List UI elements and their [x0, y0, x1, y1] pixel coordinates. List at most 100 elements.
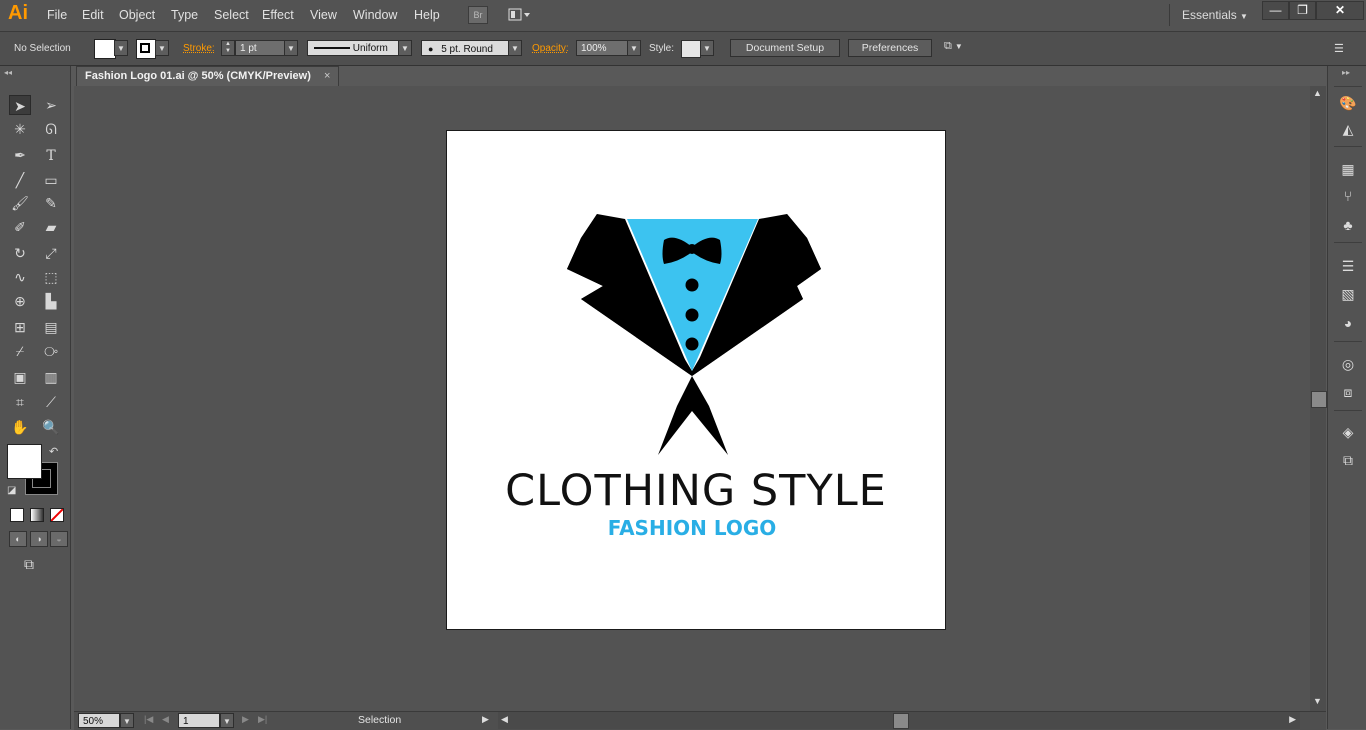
- graphic-styles-panel-button[interactable]: ⧈: [1339, 383, 1357, 401]
- zoom-field[interactable]: 50%: [78, 713, 120, 728]
- menu-help[interactable]: Help: [414, 8, 440, 22]
- horizontal-scroll-thumb[interactable]: [893, 713, 909, 729]
- mesh-tool[interactable]: ⊞: [9, 317, 31, 337]
- appearance-panel-button[interactable]: ◎: [1339, 355, 1357, 373]
- lasso-tool[interactable]: ᘏ: [40, 119, 62, 139]
- layers-panel-button[interactable]: ◈: [1339, 423, 1357, 441]
- color-guide-panel-button[interactable]: ◭: [1339, 120, 1357, 138]
- eyedropper-tool[interactable]: ⌿: [9, 341, 31, 361]
- none-mode-button[interactable]: [50, 508, 64, 522]
- fill-swatch[interactable]: [94, 39, 116, 59]
- minimize-button[interactable]: —: [1262, 1, 1289, 20]
- swatches-panel-button[interactable]: ▦: [1339, 160, 1357, 178]
- shape-builder-tool[interactable]: ⊕: [9, 291, 31, 311]
- hand-tool[interactable]: ✋: [9, 417, 31, 437]
- fill-color-box[interactable]: [7, 444, 42, 479]
- magic-wand-tool[interactable]: ✳: [9, 119, 31, 139]
- opacity-field[interactable]: 100%: [576, 40, 628, 56]
- scroll-up-icon[interactable]: ▲: [1313, 88, 1322, 98]
- column-graph-tool[interactable]: ▥: [40, 367, 62, 387]
- brushes-panel-button[interactable]: ⑂: [1339, 187, 1357, 205]
- eraser-tool[interactable]: ▰: [40, 217, 62, 237]
- gradient-panel-button[interactable]: ▧: [1339, 285, 1357, 303]
- blend-tool[interactable]: ⧂: [40, 341, 62, 361]
- color-panel-button[interactable]: 🎨: [1339, 94, 1357, 112]
- style-dropdown[interactable]: ▼: [700, 40, 714, 56]
- scroll-right-icon[interactable]: ▶: [1289, 714, 1296, 725]
- zoom-dropdown[interactable]: ▼: [120, 713, 134, 728]
- artboards-panel-button[interactable]: ⧉: [1339, 451, 1357, 469]
- stroke-weight-dropdown[interactable]: ▼: [284, 40, 298, 56]
- menu-window[interactable]: Window: [353, 8, 397, 22]
- workspace-switcher[interactable]: Essentials ▼: [1182, 8, 1248, 22]
- variable-width-profile[interactable]: Uniform: [307, 40, 399, 56]
- panel-menu-icon[interactable]: ☰: [1334, 42, 1344, 55]
- direct-selection-tool[interactable]: ➢: [40, 95, 62, 115]
- menu-object[interactable]: Object: [119, 8, 155, 22]
- scroll-left-icon[interactable]: ◀: [501, 714, 508, 725]
- first-artboard-icon[interactable]: |◀: [144, 714, 153, 725]
- menu-effect[interactable]: Effect: [262, 8, 294, 22]
- menu-file[interactable]: File: [47, 8, 67, 22]
- paintbrush-tool[interactable]: 🖌: [9, 193, 31, 213]
- menu-select[interactable]: Select: [214, 8, 249, 22]
- selection-tool[interactable]: ➤: [9, 95, 31, 115]
- menu-edit[interactable]: Edit: [82, 8, 104, 22]
- opacity-dropdown[interactable]: ▼: [627, 40, 641, 56]
- artboard[interactable]: CLOTHING STYLE FASHION LOGO: [446, 130, 946, 630]
- vertical-scroll-thumb[interactable]: [1311, 391, 1327, 408]
- swap-colors-icon[interactable]: ↶: [49, 445, 58, 458]
- perspective-grid-tool[interactable]: ▙: [40, 291, 62, 311]
- draw-normal-button[interactable]: ◐: [9, 531, 27, 547]
- stroke-panel-button[interactable]: ☰: [1339, 257, 1357, 275]
- stroke-swatch[interactable]: [136, 39, 156, 59]
- status-menu-icon[interactable]: ▶: [482, 714, 489, 725]
- bridge-button[interactable]: Br: [468, 6, 488, 24]
- brush-definition[interactable]: ● 5 pt. Round: [421, 40, 509, 56]
- menu-view[interactable]: View: [310, 8, 337, 22]
- free-transform-tool[interactable]: ⬚: [40, 267, 62, 287]
- fill-dropdown[interactable]: ▼: [114, 40, 128, 56]
- stroke-weight-stepper[interactable]: ▲ ▼: [221, 40, 235, 56]
- transparency-panel-button[interactable]: ◕: [1339, 314, 1357, 332]
- symbols-panel-button[interactable]: ♣: [1339, 216, 1357, 234]
- gradient-mode-button[interactable]: [30, 508, 44, 522]
- artboard-tool[interactable]: ⌗: [9, 392, 31, 412]
- previous-artboard-icon[interactable]: ◀: [162, 714, 169, 725]
- collapse-icon[interactable]: ◂◂: [4, 68, 12, 77]
- artboard-dropdown[interactable]: ▼: [220, 713, 234, 728]
- last-artboard-icon[interactable]: ▶|: [258, 714, 267, 725]
- expand-panels-icon[interactable]: ▸▸: [1342, 68, 1350, 77]
- gradient-tool[interactable]: ▤: [40, 317, 62, 337]
- stroke-dropdown[interactable]: ▼: [155, 40, 169, 56]
- default-colors-icon[interactable]: ◪: [7, 485, 16, 496]
- artboard-number-field[interactable]: 1: [178, 713, 220, 728]
- next-artboard-icon[interactable]: ▶: [242, 714, 249, 725]
- restore-button[interactable]: ❐: [1289, 1, 1316, 20]
- document-tab[interactable]: Fashion Logo 01.ai @ 50% (CMYK/Preview) …: [76, 66, 340, 86]
- blob-brush-tool[interactable]: ✐: [9, 217, 31, 237]
- menu-type[interactable]: Type: [171, 8, 198, 22]
- slice-tool[interactable]: ⟋: [40, 392, 62, 412]
- symbol-sprayer-tool[interactable]: ▣: [9, 367, 31, 387]
- type-tool[interactable]: T: [40, 145, 62, 165]
- style-swatch[interactable]: [681, 40, 701, 58]
- line-tool[interactable]: ╱: [9, 170, 31, 190]
- brush-dropdown[interactable]: ▼: [508, 40, 522, 56]
- close-tab-icon[interactable]: ×: [324, 70, 330, 82]
- warp-tool[interactable]: ∿: [9, 267, 31, 287]
- close-button[interactable]: ✕: [1316, 1, 1364, 20]
- opacity-label[interactable]: Opacity:: [532, 43, 569, 54]
- rotate-tool[interactable]: ↻: [9, 243, 31, 263]
- pencil-tool[interactable]: ✎: [40, 193, 62, 213]
- color-mode-button[interactable]: [10, 508, 24, 522]
- rectangle-tool[interactable]: ▭: [40, 170, 62, 190]
- pen-tool[interactable]: ✒: [9, 145, 31, 165]
- zoom-tool[interactable]: 🔍: [40, 417, 62, 437]
- scale-tool[interactable]: ⤢: [40, 243, 62, 263]
- stroke-weight-field[interactable]: 1 pt: [235, 40, 285, 56]
- draw-behind-button[interactable]: ◑: [30, 531, 48, 547]
- preferences-button[interactable]: Preferences: [848, 39, 932, 57]
- scroll-down-icon[interactable]: ▼: [1313, 696, 1322, 706]
- stroke-label[interactable]: Stroke:: [183, 43, 215, 54]
